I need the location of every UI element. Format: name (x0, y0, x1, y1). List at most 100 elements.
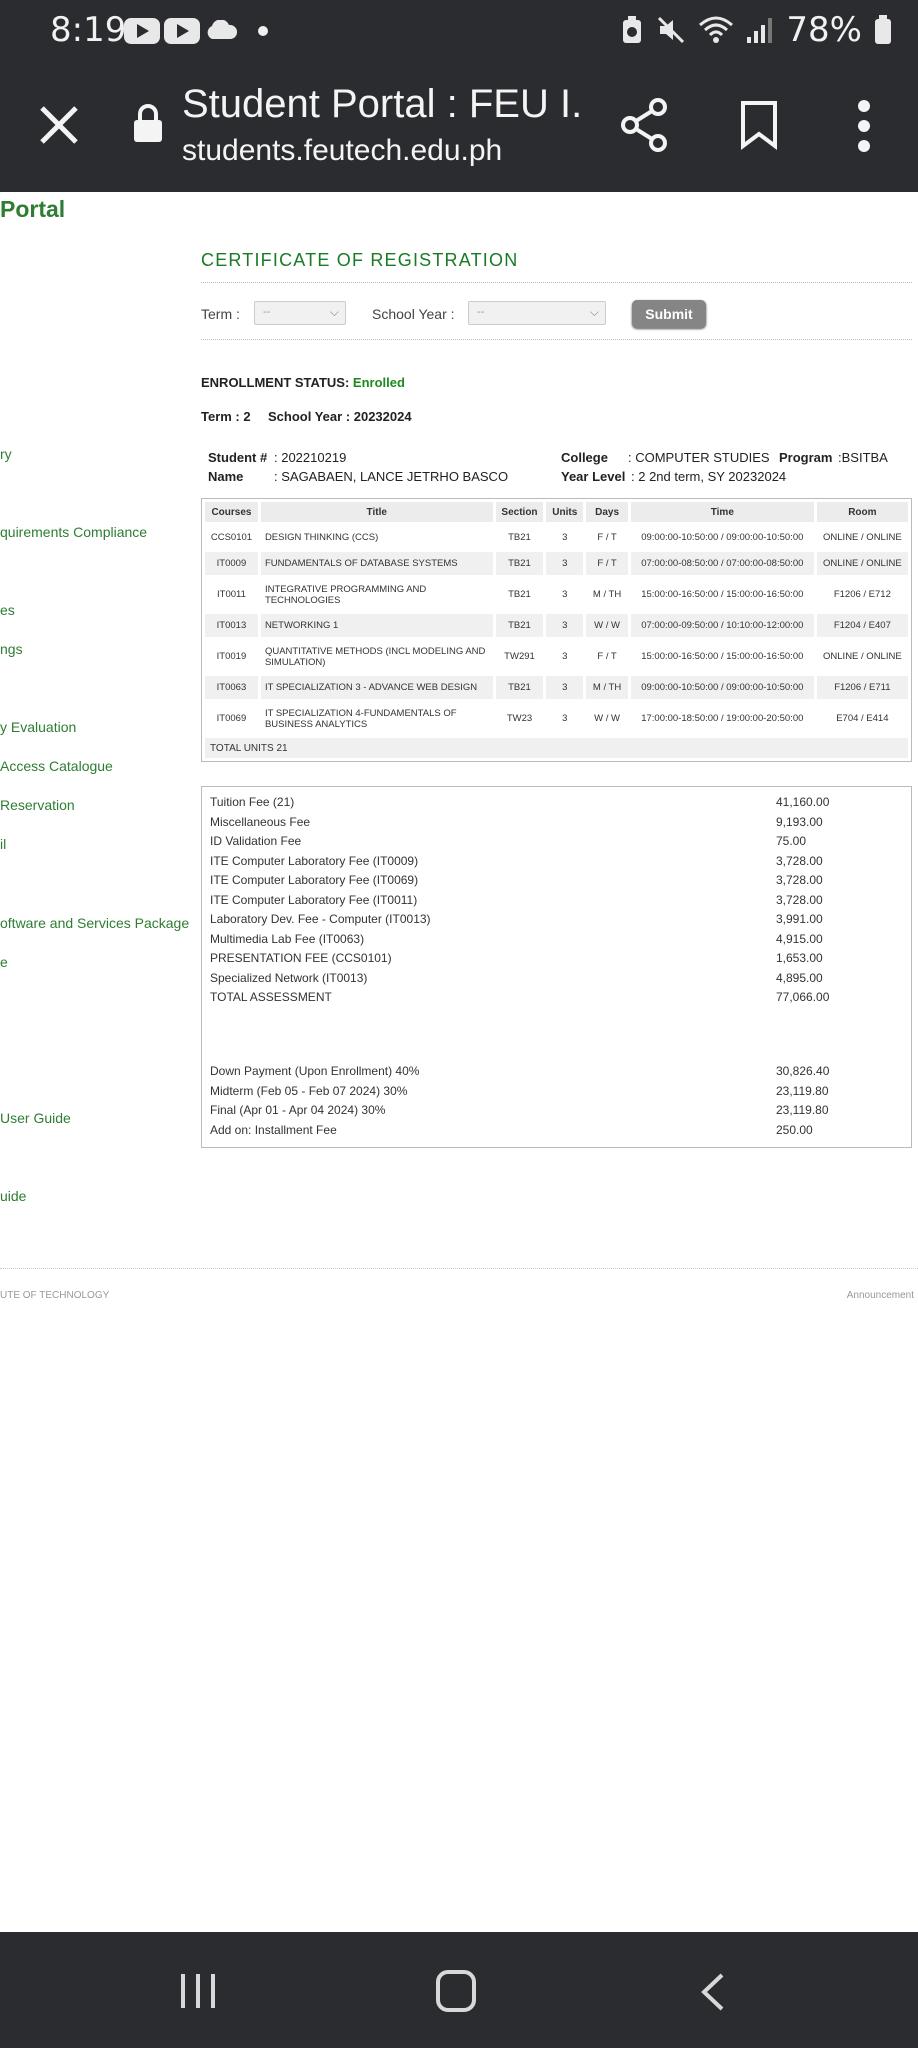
term-label: Term : (201, 306, 240, 322)
column-header: Time (630, 502, 814, 522)
section: TW291 (504, 651, 535, 662)
sidebar-item[interactable]: oftware and Services Package (0, 915, 189, 931)
sidebar-item[interactable]: User Guide (0, 1110, 71, 1126)
bookmark-icon[interactable] (740, 100, 778, 150)
time: 09:00:00-10:50:00 / 09:00:00-10:50:00 (641, 531, 804, 543)
term-select[interactable]: -- ⌵ (254, 301, 346, 325)
course-code: IT0009 (205, 552, 258, 575)
days: W / W (586, 614, 628, 637)
course-code: IT0063 (205, 676, 258, 699)
total-units: TOTAL UNITS 21 (205, 738, 908, 758)
course-code: IT0019 (216, 651, 247, 662)
units: 3 (562, 713, 568, 724)
table-row: IT0013 NETWORKING 1 TB21 3 W / W 07:00:0… (205, 614, 908, 637)
fee-row: Tuition Fee (21) 41,160.00 (210, 795, 830, 809)
units: 3 (562, 531, 568, 543)
course-title: DESIGN THINKING (CCS) (264, 531, 379, 543)
sidebar-item[interactable]: Access Catalogue (0, 758, 113, 774)
units: 3 (546, 676, 584, 699)
room: F1204 / E407 (816, 614, 908, 637)
room: F1206 / E711 (816, 676, 908, 699)
room: ONLINE / ONLINE (823, 531, 902, 543)
year-info: School Year : 20232024 (268, 409, 412, 424)
notification-dot-icon (258, 26, 268, 36)
status-time: 8:19 (50, 10, 127, 50)
page-title: Student Portal : FEU I... (182, 82, 582, 126)
days: W / W (594, 713, 620, 724)
sidebar-item[interactable]: ry (0, 446, 12, 462)
units: 3 (546, 552, 584, 575)
table-row: IT0019 QUANTITATIVE METHODS (INCL MODELI… (205, 640, 908, 673)
sidebar-item[interactable]: uide (0, 1188, 26, 1204)
course-title: INTEGRATIVE PROGRAMMING AND TECHNOLOGIES (264, 583, 427, 606)
web-page: Portal ry quirements Compliance es ngs y… (0, 192, 918, 1932)
more-options-icon[interactable] (852, 98, 876, 154)
section-heading: CERTIFICATE OF REGISTRATION (201, 250, 519, 270)
sidebar-item[interactable]: quirements Compliance (0, 524, 147, 540)
days: F / T (586, 552, 628, 575)
college-value: : COMPUTER STUDIES (628, 450, 770, 465)
column-header: Room (816, 502, 908, 522)
course-title: QUANTITATIVE METHODS (INCL MODELING AND … (264, 645, 486, 668)
portal-brand[interactable]: Portal (0, 196, 65, 223)
battery-percent: 78% (786, 10, 862, 50)
battery-saver-icon (623, 16, 642, 43)
sidebar-item[interactable]: e (0, 954, 8, 970)
youtube-icon (124, 18, 160, 44)
student-name-value: : SAGABAEN, LANCE JETRHO BASCO (274, 469, 509, 484)
room: E704 / E414 (836, 713, 889, 724)
program-label: Program (779, 450, 833, 465)
footer-announcement-link[interactable]: Announcement (847, 1290, 914, 1301)
course-code: IT0011 (217, 589, 246, 600)
course-code: IT0013 (205, 614, 258, 637)
fee-row: Multimedia Lab Fee (IT0063) 4,915.00 (210, 932, 823, 946)
days: M / TH (586, 676, 628, 699)
course-title: IT SPECIALIZATION 3 - ADVANCE WEB DESIGN (260, 676, 493, 699)
system-nav-bar (0, 1932, 918, 2048)
divider (201, 339, 912, 340)
sidebar-item[interactable]: y Evaluation (0, 719, 76, 735)
course-title: FUNDAMENTALS OF DATABASE SYSTEMS (260, 552, 493, 575)
battery-icon (875, 15, 891, 44)
submit-button[interactable]: Submit (632, 300, 706, 328)
share-icon[interactable] (620, 98, 670, 152)
page-url[interactable]: students.feutech.edu.ph (182, 134, 502, 168)
home-icon[interactable] (436, 1970, 476, 2012)
days: M / TH (592, 589, 622, 600)
course-code: IT0069 (216, 713, 247, 724)
lock-icon[interactable] (132, 102, 164, 144)
sidebar-item[interactable]: il (0, 836, 6, 852)
total-units-row: TOTAL UNITS 21 (205, 738, 908, 758)
column-header: Title (260, 502, 493, 522)
sidebar-item[interactable]: Reservation (0, 797, 75, 813)
mute-icon (658, 16, 685, 44)
fee-row: Specialized Network (IT0013) 4,895.00 (210, 971, 823, 985)
youtube-icon (164, 18, 200, 44)
recent-apps-icon[interactable] (178, 1972, 218, 2010)
time: 15:00:00-16:50:00 / 15:00:00-16:50:00 (641, 651, 804, 662)
college-label: College (561, 450, 608, 465)
fee-row: PRESENTATION FEE (CCS0101) 1,653.00 (210, 951, 823, 965)
table-row: CCS0101 DESIGN THINKING (CCS) TB21 3 F /… (205, 525, 908, 549)
total-assessment-row: TOTAL ASSESSMENT 77,066.00 (210, 990, 830, 1004)
time: 07:00:00-08:50:00 / 07:00:00-08:50:00 (630, 552, 814, 575)
sidebar-item[interactable]: es (0, 602, 15, 618)
sidebar-item[interactable]: ngs (0, 641, 23, 657)
school-year-label: School Year : (372, 306, 455, 322)
close-icon[interactable] (36, 102, 82, 148)
status-badge: Enrolled (352, 375, 405, 390)
footer-divider (0, 1268, 918, 1269)
column-header: Section (495, 502, 544, 522)
payment-row: Add on: Installment Fee 250.00 (210, 1123, 813, 1137)
footer-institution: UTE OF TECHNOLOGY (0, 1290, 110, 1301)
fee-row: ID Validation Fee 75.00 (210, 834, 807, 848)
fee-row: Miscellaneous Fee 9,193.00 (210, 815, 823, 829)
back-icon[interactable] (698, 1972, 728, 2012)
school-year-select[interactable]: -- ⌵ (468, 301, 606, 325)
chevron-down-icon: ⌵ (589, 305, 599, 319)
section: TB21 (495, 614, 544, 637)
year-level-label: Year Level (561, 469, 626, 484)
column-header: Courses (205, 502, 258, 522)
student-name-label: Name (208, 469, 244, 484)
payment-row: Final (Apr 01 - Apr 04 2024) 30% 23,119.8… (210, 1103, 829, 1117)
